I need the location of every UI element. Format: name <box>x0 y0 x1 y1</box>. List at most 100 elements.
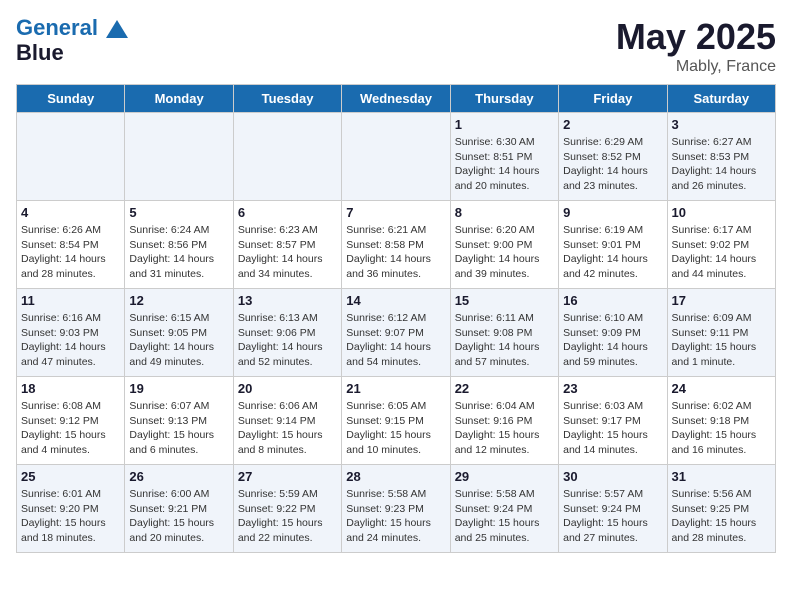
day-number: 20 <box>238 381 337 396</box>
month-title: May 2025 <box>616 16 776 58</box>
day-number: 6 <box>238 205 337 220</box>
day-number: 5 <box>129 205 228 220</box>
day-number: 17 <box>672 293 771 308</box>
calendar-week-row: 4 Sunrise: 6:26 AM Sunset: 8:54 PM Daylig… <box>17 201 776 289</box>
day-info: Sunrise: 6:20 AM Sunset: 9:00 PM Dayligh… <box>455 223 554 282</box>
calendar-cell: 23Sunrise: 6:03 AM Sunset: 9:17 PM Dayli… <box>559 377 667 465</box>
day-number: 2 <box>563 117 662 132</box>
title-block: May 2025 Mably, France <box>616 16 776 76</box>
day-header-friday: Friday <box>559 85 667 113</box>
day-info: Sunrise: 6:08 AM Sunset: 9:12 PM Dayligh… <box>21 399 120 458</box>
day-info: Sunrise: 6:02 AM Sunset: 9:18 PM Dayligh… <box>672 399 771 458</box>
calendar-cell: 1Sunrise: 6:30 AM Sunset: 8:51 PM Daylig… <box>450 113 558 201</box>
calendar-cell: 9 Sunrise: 6:19 AM Sunset: 9:01 PM Daylig… <box>559 201 667 289</box>
calendar-cell: 22Sunrise: 6:04 AM Sunset: 9:16 PM Dayli… <box>450 377 558 465</box>
day-number: 27 <box>238 469 337 484</box>
calendar-cell: 24 Sunrise: 6:02 AM Sunset: 9:18 PM Dayli… <box>667 377 775 465</box>
day-number: 3 <box>672 117 771 132</box>
logo-text: General Blue <box>16 16 128 66</box>
day-number: 15 <box>455 293 554 308</box>
location-title: Mably, France <box>616 58 776 76</box>
day-info: Sunrise: 6:12 AM Sunset: 9:07 PM Dayligh… <box>346 311 445 370</box>
day-info: Sunrise: 5:58 AM Sunset: 9:23 PM Dayligh… <box>346 487 445 546</box>
calendar-cell <box>342 113 450 201</box>
day-info: Sunrise: 6:17 AM Sunset: 9:02 PM Dayligh… <box>672 223 771 282</box>
day-info: Sunrise: 5:59 AM Sunset: 9:22 PM Dayligh… <box>238 487 337 546</box>
calendar-cell: 10 Sunrise: 6:17 AM Sunset: 9:02 PM Dayli… <box>667 201 775 289</box>
day-info: Sunrise: 5:57 AM Sunset: 9:24 PM Dayligh… <box>563 487 662 546</box>
day-number: 16 <box>563 293 662 308</box>
calendar-week-row: 11 Sunrise: 6:16 AM Sunset: 9:03 PM Dayli… <box>17 289 776 377</box>
calendar-cell: 7 Sunrise: 6:21 AM Sunset: 8:58 PM Daylig… <box>342 201 450 289</box>
logo-icon <box>106 20 128 38</box>
day-number: 30 <box>563 469 662 484</box>
day-number: 19 <box>129 381 228 396</box>
day-info: Sunrise: 6:11 AM Sunset: 9:08 PM Dayligh… <box>455 311 554 370</box>
calendar-cell: 28 Sunrise: 5:58 AM Sunset: 9:23 PM Dayli… <box>342 465 450 553</box>
calendar-cell: 15 Sunrise: 6:11 AM Sunset: 9:08 PM Dayli… <box>450 289 558 377</box>
calendar-cell: 19 Sunrise: 6:07 AM Sunset: 9:13 PM Dayli… <box>125 377 233 465</box>
calendar-cell: 4 Sunrise: 6:26 AM Sunset: 8:54 PM Daylig… <box>17 201 125 289</box>
day-info: Sunrise: 6:13 AM Sunset: 9:06 PM Dayligh… <box>238 311 337 370</box>
day-number: 13 <box>238 293 337 308</box>
calendar-cell: 27 Sunrise: 5:59 AM Sunset: 9:22 PM Dayli… <box>233 465 341 553</box>
day-info: Sunrise: 6:15 AM Sunset: 9:05 PM Dayligh… <box>129 311 228 370</box>
day-info: Sunrise: 6:21 AM Sunset: 8:58 PM Dayligh… <box>346 223 445 282</box>
day-number: 25 <box>21 469 120 484</box>
day-number: 28 <box>346 469 445 484</box>
day-info: Sunrise: 6:24 AM Sunset: 8:56 PM Dayligh… <box>129 223 228 282</box>
page-header: General Blue May 2025 Mably, France <box>16 16 776 76</box>
day-info: Sunrise: 6:16 AM Sunset: 9:03 PM Dayligh… <box>21 311 120 370</box>
day-number: 9 <box>563 205 662 220</box>
logo: General Blue <box>16 16 128 66</box>
calendar-cell: 21 Sunrise: 6:05 AM Sunset: 9:15 PM Dayli… <box>342 377 450 465</box>
logo-general: General <box>16 15 98 40</box>
day-info: Sunrise: 6:01 AM Sunset: 9:20 PM Dayligh… <box>21 487 120 546</box>
day-info: Sunrise: 6:06 AM Sunset: 9:14 PM Dayligh… <box>238 399 337 458</box>
calendar-week-row: 18Sunrise: 6:08 AM Sunset: 9:12 PM Dayli… <box>17 377 776 465</box>
calendar-cell: 26 Sunrise: 6:00 AM Sunset: 9:21 PM Dayli… <box>125 465 233 553</box>
day-number: 7 <box>346 205 445 220</box>
calendar-cell: 17Sunrise: 6:09 AM Sunset: 9:11 PM Dayli… <box>667 289 775 377</box>
calendar-cell: 6 Sunrise: 6:23 AM Sunset: 8:57 PM Daylig… <box>233 201 341 289</box>
calendar-cell: 16 Sunrise: 6:10 AM Sunset: 9:09 PM Dayli… <box>559 289 667 377</box>
calendar-cell: 11 Sunrise: 6:16 AM Sunset: 9:03 PM Dayli… <box>17 289 125 377</box>
day-info: Sunrise: 6:19 AM Sunset: 9:01 PM Dayligh… <box>563 223 662 282</box>
day-info: Sunrise: 6:23 AM Sunset: 8:57 PM Dayligh… <box>238 223 337 282</box>
day-info: Sunrise: 5:56 AM Sunset: 9:25 PM Dayligh… <box>672 487 771 546</box>
day-info: Sunrise: 6:00 AM Sunset: 9:21 PM Dayligh… <box>129 487 228 546</box>
day-header-saturday: Saturday <box>667 85 775 113</box>
calendar-cell <box>17 113 125 201</box>
day-header-monday: Monday <box>125 85 233 113</box>
calendar-cell: 12 Sunrise: 6:15 AM Sunset: 9:05 PM Dayli… <box>125 289 233 377</box>
calendar-cell: 18Sunrise: 6:08 AM Sunset: 9:12 PM Dayli… <box>17 377 125 465</box>
day-number: 10 <box>672 205 771 220</box>
calendar-header-row: SundayMondayTuesdayWednesdayThursdayFrid… <box>17 85 776 113</box>
day-number: 4 <box>21 205 120 220</box>
calendar-cell: 30 Sunrise: 5:57 AM Sunset: 9:24 PM Dayli… <box>559 465 667 553</box>
day-header-thursday: Thursday <box>450 85 558 113</box>
day-info: Sunrise: 6:29 AM Sunset: 8:52 PM Dayligh… <box>563 135 662 194</box>
calendar-cell <box>125 113 233 201</box>
day-info: Sunrise: 6:26 AM Sunset: 8:54 PM Dayligh… <box>21 223 120 282</box>
day-number: 21 <box>346 381 445 396</box>
logo-blue: Blue <box>16 40 128 66</box>
calendar-cell: 20 Sunrise: 6:06 AM Sunset: 9:14 PM Dayli… <box>233 377 341 465</box>
day-number: 8 <box>455 205 554 220</box>
day-info: Sunrise: 6:05 AM Sunset: 9:15 PM Dayligh… <box>346 399 445 458</box>
day-info: Sunrise: 6:03 AM Sunset: 9:17 PM Dayligh… <box>563 399 662 458</box>
day-number: 26 <box>129 469 228 484</box>
day-header-wednesday: Wednesday <box>342 85 450 113</box>
calendar-cell: 3 Sunrise: 6:27 AM Sunset: 8:53 PM Daylig… <box>667 113 775 201</box>
day-info: Sunrise: 6:07 AM Sunset: 9:13 PM Dayligh… <box>129 399 228 458</box>
calendar-cell: 8 Sunrise: 6:20 AM Sunset: 9:00 PM Daylig… <box>450 201 558 289</box>
calendar-cell: 25 Sunrise: 6:01 AM Sunset: 9:20 PM Dayli… <box>17 465 125 553</box>
day-info: Sunrise: 6:10 AM Sunset: 9:09 PM Dayligh… <box>563 311 662 370</box>
day-info: Sunrise: 6:30 AM Sunset: 8:51 PM Dayligh… <box>455 135 554 194</box>
day-number: 11 <box>21 293 120 308</box>
day-info: Sunrise: 5:58 AM Sunset: 9:24 PM Dayligh… <box>455 487 554 546</box>
day-number: 24 <box>672 381 771 396</box>
day-number: 12 <box>129 293 228 308</box>
day-info: Sunrise: 6:27 AM Sunset: 8:53 PM Dayligh… <box>672 135 771 194</box>
day-number: 14 <box>346 293 445 308</box>
